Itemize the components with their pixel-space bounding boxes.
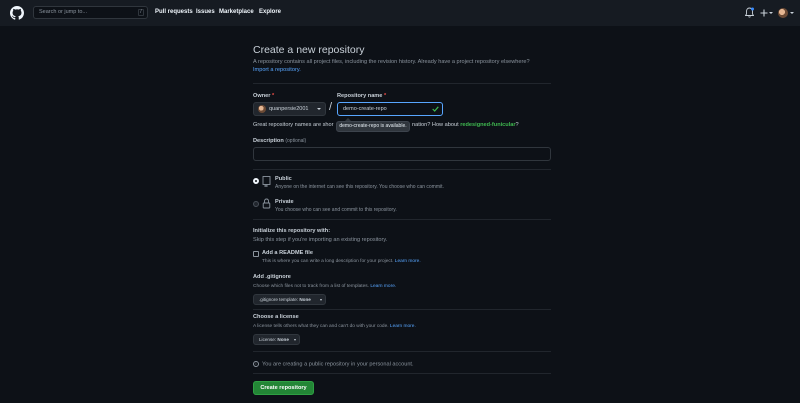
check-icon	[432, 106, 439, 112]
license-learn-more-link[interactable]: Learn more.	[390, 324, 416, 329]
readme-description: This is where you can write a long descr…	[262, 259, 421, 264]
license-title: Choose a license	[253, 314, 299, 320]
divider	[253, 309, 551, 310]
private-label: Private	[275, 199, 294, 205]
visibility-info: i You are creating a public repository in…	[253, 361, 414, 367]
chevron-down-icon	[320, 299, 322, 301]
availability-tooltip: demo-create-repo is available.	[336, 118, 410, 132]
plus-icon[interactable]	[760, 9, 768, 17]
public-description: Anyone on the internet can see this repo…	[275, 184, 444, 190]
repo-name-hint-start: Great repository names are shor	[253, 122, 334, 128]
initialize-title: Initialize this repository with:	[253, 228, 331, 234]
lock-icon	[262, 198, 271, 209]
description-input[interactable]	[253, 147, 551, 161]
avatar[interactable]	[778, 8, 788, 18]
private-radio[interactable]	[253, 201, 259, 207]
plus-chevron-down-icon[interactable]	[769, 12, 773, 14]
chevron-down-icon	[317, 108, 321, 110]
license-description: A license tells others what they can and…	[253, 324, 416, 329]
add-readme-label[interactable]: Add a README file	[262, 250, 313, 256]
chevron-down-icon	[294, 339, 296, 341]
gitignore-description: Choose which files not to track from a l…	[253, 284, 397, 289]
repo-name-label: Repository name *	[337, 93, 387, 99]
nav-pull-requests[interactable]: Pull requests	[155, 9, 193, 15]
owner-label: Owner *	[253, 93, 275, 99]
avatar-chevron-down-icon[interactable]	[790, 12, 794, 14]
nav-issues[interactable]: Issues	[196, 9, 215, 15]
github-logo-icon[interactable]	[10, 6, 24, 20]
top-header: Search or jump to... / Pull requests Iss…	[0, 0, 800, 26]
divider	[253, 219, 551, 220]
bell-icon[interactable]	[745, 7, 754, 18]
owner-value: quanpersie2001	[269, 106, 309, 112]
page-title: Create a new repository	[253, 44, 365, 56]
repo-name-hint-end: nation? How about redesigned-funicular?	[412, 122, 519, 128]
repo-name-input[interactable]	[337, 102, 443, 116]
search-input[interactable]: Search or jump to... /	[33, 6, 148, 19]
public-radio[interactable]	[253, 178, 259, 184]
add-readme-checkbox[interactable]	[253, 251, 259, 257]
owner-repo-separator: /	[329, 101, 333, 113]
page-intro: A repository contains all project files,…	[253, 59, 530, 65]
import-repository-link[interactable]: Import a repository.	[253, 67, 301, 73]
divider	[253, 373, 551, 374]
public-label: Public	[275, 176, 292, 182]
gitignore-template-select[interactable]: .gitignore template: None	[253, 294, 326, 305]
private-description: You choose who can see and commit to thi…	[275, 207, 397, 213]
create-repository-button[interactable]: Create repository	[253, 381, 314, 395]
gitignore-learn-more-link[interactable]: Learn more.	[370, 284, 396, 289]
nav-marketplace[interactable]: Marketplace	[219, 9, 254, 15]
name-suggestion-link[interactable]: redesigned-funicular	[460, 122, 515, 128]
initialize-description: Skip this step if you're importing an ex…	[253, 237, 388, 243]
nav-explore[interactable]: Explore	[259, 9, 281, 15]
owner-dropdown[interactable]: quanpersie2001	[253, 102, 326, 116]
description-label: Description (optional)	[253, 138, 307, 144]
divider	[253, 83, 551, 84]
divider	[253, 351, 551, 352]
readme-learn-more-link[interactable]: Learn more.	[395, 259, 421, 264]
info-icon: i	[253, 361, 259, 367]
owner-avatar	[258, 105, 266, 113]
divider	[253, 169, 551, 170]
search-shortcut-key: /	[138, 9, 144, 16]
search-placeholder: Search or jump to...	[39, 9, 87, 15]
gitignore-title: Add .gitignore	[253, 274, 291, 280]
license-select[interactable]: License: None	[253, 334, 300, 345]
repo-icon	[262, 176, 271, 187]
